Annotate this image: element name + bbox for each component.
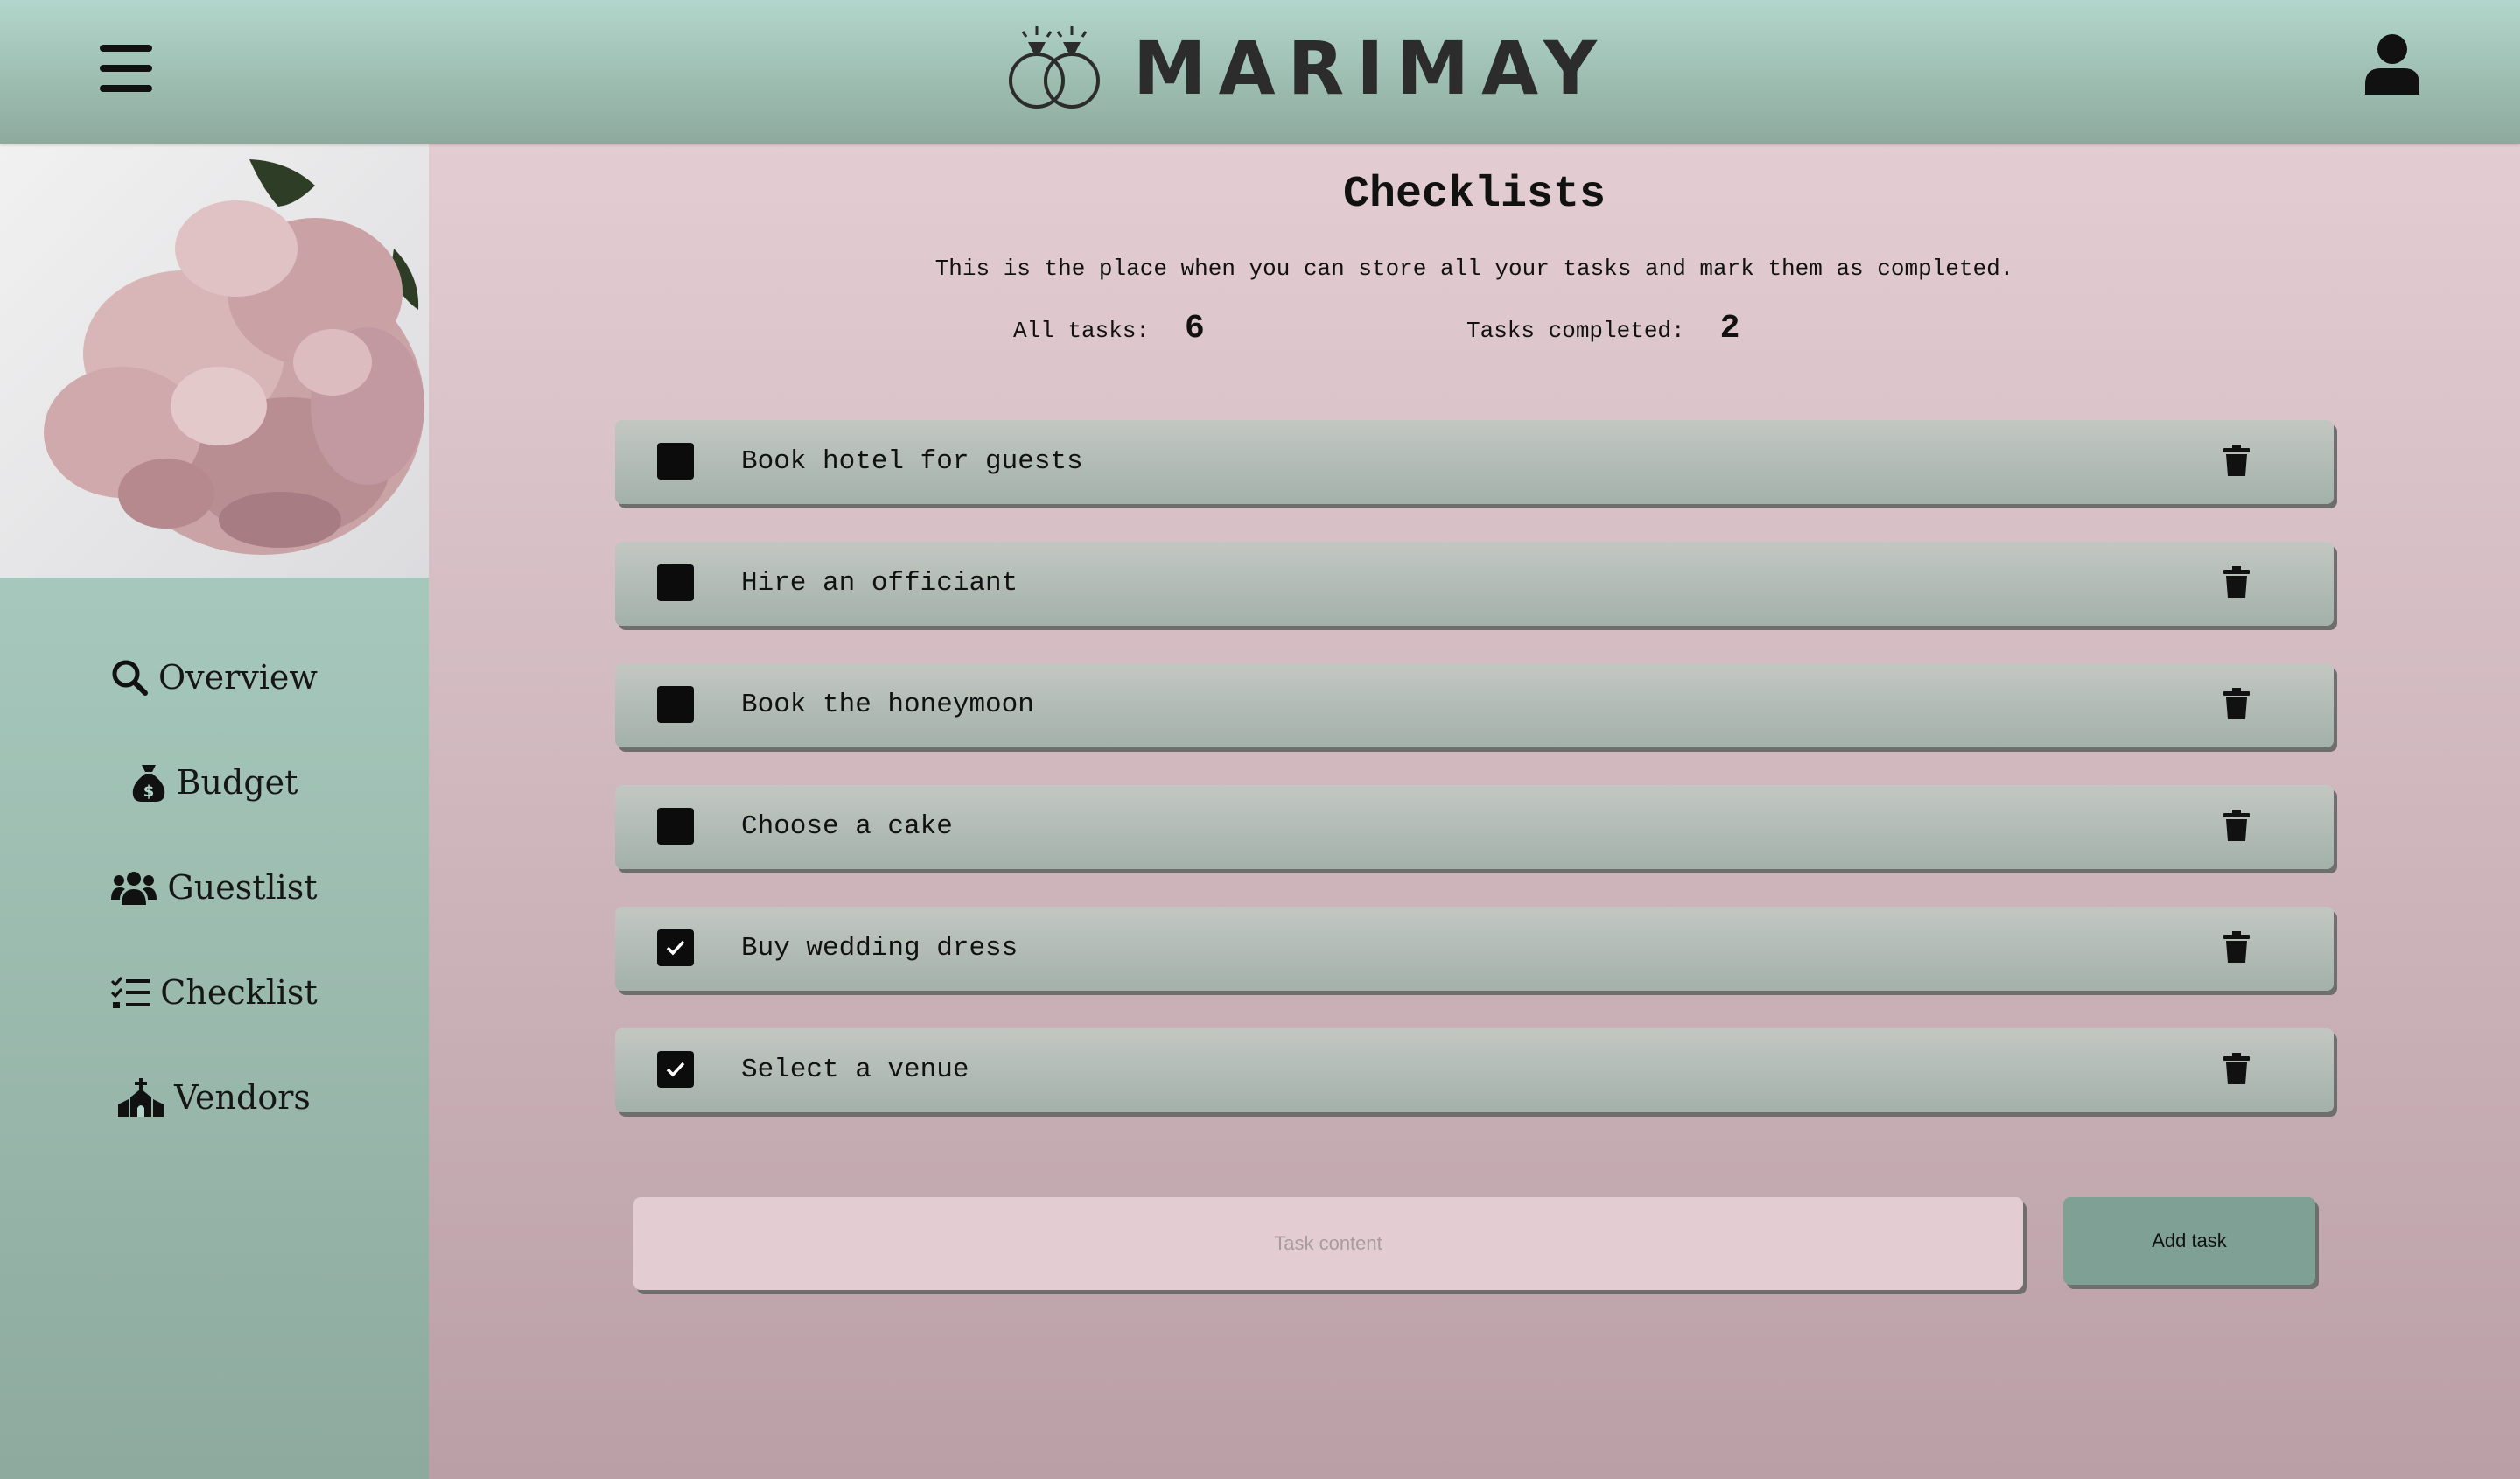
task-row: Hire an officiant — [615, 542, 2334, 626]
sidebar-item-overview[interactable]: Overview — [0, 642, 429, 712]
flower-bouquet-image — [0, 144, 429, 578]
svg-text:$: $ — [143, 782, 154, 801]
task-text: Book the honeymoon — [741, 690, 1034, 720]
all-tasks-stat: All tasks: 6 — [1013, 310, 1205, 347]
sidebar-item-label: Budget — [176, 763, 298, 802]
check-icon — [666, 1062, 685, 1077]
sidebar: Overview $ Budget Guestlist Checklist Ve… — [0, 144, 429, 1479]
search-icon — [112, 660, 149, 696]
task-row: Choose a cake — [615, 785, 2334, 869]
sidebar-item-label: Overview — [158, 658, 318, 697]
user-icon[interactable] — [2365, 33, 2419, 95]
page-description: This is the place when you can store all… — [934, 256, 2014, 282]
task-text: Book hotel for guests — [741, 446, 1083, 477]
menu-icon[interactable] — [100, 45, 152, 92]
trash-icon[interactable] — [2223, 445, 2250, 476]
trash-icon[interactable] — [2223, 810, 2250, 841]
task-text: Select a venue — [741, 1055, 970, 1085]
wedding-rings-icon — [1009, 26, 1100, 109]
trash-icon[interactable] — [2223, 1053, 2250, 1084]
task-checkbox[interactable] — [657, 443, 694, 480]
sidebar-item-vendors[interactable]: Vendors — [0, 1062, 429, 1132]
top-bar: MARIMAY — [0, 0, 2520, 144]
task-checkbox-checked[interactable] — [657, 929, 694, 966]
task-row: Buy wedding dress — [615, 907, 2334, 991]
all-tasks-label: All tasks: — [1013, 318, 1151, 344]
task-text: Choose a cake — [741, 811, 953, 842]
task-checkbox[interactable] — [657, 564, 694, 601]
task-row: Book the honeymoon — [615, 663, 2334, 747]
task-text: Buy wedding dress — [741, 933, 1018, 964]
trash-icon[interactable] — [2223, 566, 2250, 598]
task-row: Select a venue — [615, 1028, 2334, 1112]
brand-logo[interactable]: MARIMAY — [1002, 23, 1609, 114]
trash-icon[interactable] — [2223, 931, 2250, 963]
sidebar-item-label: Vendors — [174, 1078, 311, 1117]
sidebar-item-checklist[interactable]: Checklist — [0, 957, 429, 1027]
task-checkbox[interactable] — [657, 808, 694, 845]
task-checkbox[interactable] — [657, 686, 694, 723]
completed-tasks-label: Tasks completed: — [1466, 318, 1685, 344]
checklist-icon — [111, 977, 150, 1008]
church-icon — [118, 1078, 164, 1117]
page-title: Checklists — [1342, 170, 1606, 220]
all-tasks-count: 6 — [1185, 310, 1205, 347]
users-icon — [111, 872, 158, 905]
completed-tasks-stat: Tasks completed: 2 — [1466, 310, 1740, 347]
main-content: Checklists This is the place when you ca… — [429, 144, 2520, 1479]
check-icon — [666, 940, 685, 956]
task-text: Hire an officiant — [741, 568, 1018, 599]
sidebar-item-guestlist[interactable]: Guestlist — [0, 852, 429, 922]
sidebar-item-label: Guestlist — [167, 868, 318, 907]
completed-tasks-count: 2 — [1719, 310, 1740, 347]
trash-icon[interactable] — [2223, 688, 2250, 719]
task-checkbox-checked[interactable] — [657, 1051, 694, 1088]
task-row: Book hotel for guests — [615, 420, 2334, 504]
money-bag-icon: $ — [132, 765, 164, 802]
task-content-input[interactable] — [634, 1197, 2023, 1290]
sidebar-item-budget[interactable]: $ Budget — [0, 747, 429, 817]
sidebar-item-label: Checklist — [160, 973, 318, 1012]
add-task-button[interactable]: Add task — [2063, 1197, 2315, 1285]
brand-name: MARIMAY — [1133, 25, 1609, 111]
